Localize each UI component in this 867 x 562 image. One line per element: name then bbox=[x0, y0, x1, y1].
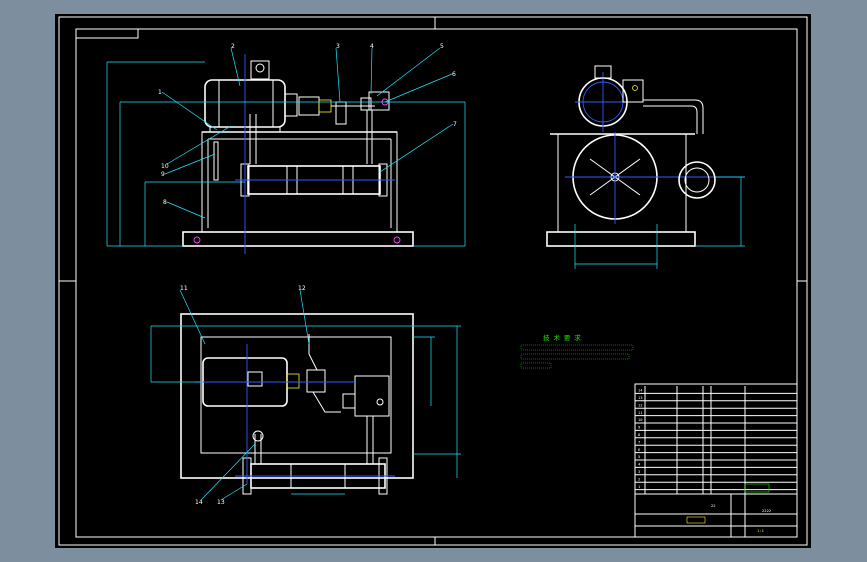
top-view bbox=[150, 289, 461, 501]
tb-row-number: 2 bbox=[638, 476, 640, 481]
cad-drawing: 1 2 3 4 5 6 7 8 9 10 11 12 13 14 技 术 要 求… bbox=[58, 16, 808, 546]
fan-blade bbox=[589, 176, 616, 196]
tb-row-number: 8 bbox=[638, 432, 641, 437]
tb-row-number: 14 bbox=[638, 388, 643, 393]
title-box bbox=[75, 28, 139, 39]
tb-code: 2222 bbox=[762, 508, 771, 513]
tb-row-number: 7 bbox=[638, 439, 640, 444]
top-valve-port bbox=[376, 398, 384, 406]
side-port bbox=[632, 85, 638, 91]
side-pipe-end-inner bbox=[684, 167, 710, 193]
sheet-outer-border bbox=[58, 16, 808, 546]
part-label: 13 bbox=[217, 499, 225, 506]
tb-ratio: 1:1 bbox=[757, 528, 765, 533]
motor-terminal-cap bbox=[255, 63, 265, 73]
tb-row-number: 9 bbox=[638, 425, 641, 430]
fan-blade bbox=[589, 158, 616, 178]
tech-line bbox=[520, 353, 630, 360]
part-label: 3 bbox=[336, 43, 340, 50]
tb-row-number: 3 bbox=[638, 469, 640, 474]
tb-row-number: 4 bbox=[638, 462, 641, 467]
tb-mark-left: 22 bbox=[711, 503, 716, 508]
side-pipe bbox=[643, 99, 704, 134]
part-label: 6 bbox=[452, 71, 456, 78]
front-view bbox=[106, 54, 466, 254]
part-label: 1 bbox=[158, 89, 162, 96]
part-label: 12 bbox=[298, 285, 306, 292]
tb-highlight bbox=[686, 516, 706, 524]
tech-heading: 技 术 要 求 bbox=[543, 333, 581, 342]
leaders-front bbox=[161, 47, 454, 219]
pump bbox=[298, 96, 320, 116]
top-pipe bbox=[308, 334, 318, 371]
leader bbox=[179, 289, 206, 345]
fan-blade bbox=[614, 176, 641, 196]
tb-row-number: 10 bbox=[638, 417, 643, 422]
side-view bbox=[546, 65, 745, 269]
part-label: 10 bbox=[161, 163, 169, 170]
tb-row-number: 12 bbox=[638, 402, 643, 407]
part-label: 8 bbox=[163, 199, 167, 206]
side-pipe bbox=[643, 105, 698, 134]
part-label: 9 bbox=[161, 171, 165, 178]
side-tank bbox=[557, 133, 687, 233]
tb-row-number: 1 bbox=[638, 484, 641, 489]
top-tank bbox=[200, 336, 392, 454]
technical-requirements: 技 术 要 求 bbox=[520, 333, 634, 369]
part-label: 2 bbox=[231, 43, 235, 50]
tech-line bbox=[520, 362, 552, 369]
title-block-rows: 14 13 12 11 10 9 8 7 6 5 4 3 2 1 bbox=[635, 386, 797, 494]
level-gauge bbox=[213, 141, 219, 181]
filter bbox=[335, 101, 347, 125]
part-label: 7 bbox=[453, 121, 457, 128]
part-label: 5 bbox=[440, 43, 444, 50]
top-terminal-box bbox=[247, 371, 263, 387]
tb-row-number: 5 bbox=[638, 454, 640, 459]
base-bolt bbox=[393, 236, 401, 244]
front-base bbox=[182, 231, 414, 247]
drawing-viewport[interactable]: 1 2 3 4 5 6 7 8 9 10 11 12 13 14 技 术 要 求… bbox=[55, 14, 811, 548]
base-bolt bbox=[193, 236, 201, 244]
title-block: 14 13 12 11 10 9 8 7 6 5 4 3 2 1 22 2222 1:1 bbox=[634, 383, 798, 538]
tb-row-number: 11 bbox=[638, 410, 643, 415]
tech-line bbox=[520, 344, 634, 351]
top-valve bbox=[342, 393, 356, 409]
top-valve-block bbox=[354, 375, 390, 417]
top-pipe bbox=[312, 391, 341, 413]
top-pump bbox=[306, 369, 326, 393]
part-label: 11 bbox=[180, 285, 188, 292]
part-label: 4 bbox=[370, 43, 374, 50]
part-labels: 1 2 3 4 5 6 7 8 9 10 11 12 13 14 bbox=[158, 43, 457, 506]
sheet-frame bbox=[75, 28, 798, 538]
part-label: 14 bbox=[195, 499, 203, 506]
tb-highlight bbox=[744, 483, 770, 493]
tb-row-number: 6 bbox=[638, 447, 641, 452]
top-coupling bbox=[286, 373, 300, 389]
side-base bbox=[546, 231, 696, 247]
leader bbox=[299, 289, 310, 345]
side-pipe-end bbox=[678, 161, 716, 199]
motor-flange bbox=[284, 93, 298, 117]
tb-row-number: 13 bbox=[638, 395, 643, 400]
fan-blade bbox=[614, 158, 641, 178]
